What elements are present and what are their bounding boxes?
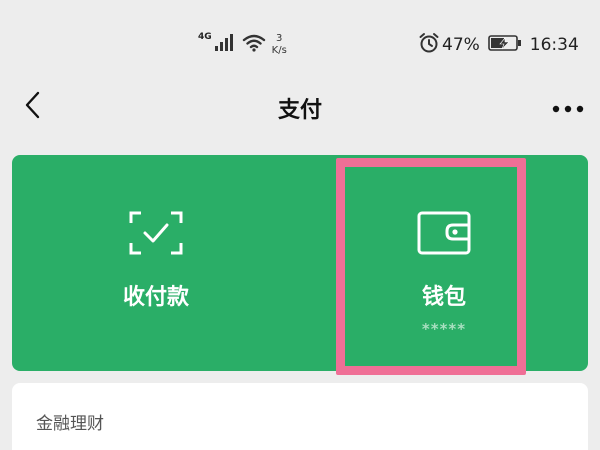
clock: 16:34 — [529, 35, 579, 55]
alarm-icon — [418, 32, 440, 58]
nav-bar: 支付 — [0, 84, 600, 130]
section-title: 金融理财 — [36, 414, 104, 434]
highlight-box — [336, 158, 526, 375]
status-bar: 4G 3 K/s 47% 16:34 — [0, 0, 600, 84]
network-speed: 3 K/s — [272, 33, 287, 57]
network-indicators: 4G 3 K/s — [198, 30, 287, 60]
network-speed-unit: K/s — [271, 45, 287, 56]
page-title: 支付 — [277, 98, 322, 123]
network-speed-value: 3 — [276, 33, 283, 44]
system-indicators: 47% 16:34 — [418, 30, 579, 60]
more-button[interactable] — [548, 92, 588, 122]
battery-percent: 47% — [442, 35, 480, 55]
scan-check-icon — [129, 211, 183, 259]
finance-section: 金融理财 — [12, 383, 588, 450]
more-dots-icon — [552, 98, 584, 117]
receive-pay-label: 收付款 — [122, 285, 189, 310]
battery-icon — [487, 34, 522, 56]
wifi-icon — [242, 34, 266, 56]
signal-icon — [214, 34, 234, 56]
receive-pay-button[interactable]: 收付款 — [12, 155, 300, 371]
network-type: 4G — [198, 32, 212, 42]
